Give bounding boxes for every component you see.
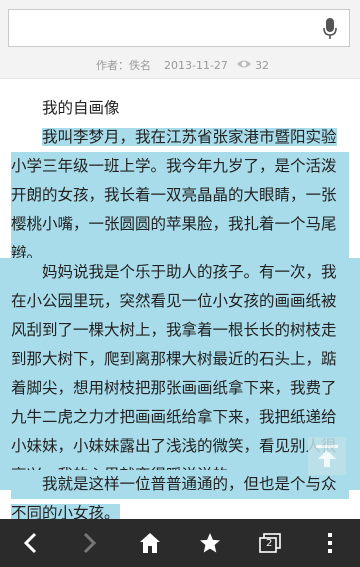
more-vertical-icon <box>328 533 332 553</box>
text-line: 妈妈说我是个乐于助人的孩子。有一次，我 <box>42 263 337 281</box>
text-line: 到那大树下，爬到离那棵大树最近的石头上，踮 <box>11 350 337 368</box>
arrow-up-icon <box>316 445 338 467</box>
view-count: 32 <box>236 56 269 76</box>
eye-icon <box>236 56 252 76</box>
view-count-value: 32 <box>255 59 269 72</box>
back-button[interactable] <box>6 519 54 567</box>
text-line: 九牛二虎之力才把画画纸给拿下来，我把纸递给 <box>11 408 337 426</box>
tabs-button[interactable]: 2 <box>246 519 294 567</box>
bottom-toolbar: 2 <box>0 519 360 567</box>
text-line: 开朗的女孩，我长着一双亮晶晶的大眼睛，一张 <box>11 181 349 210</box>
home-button[interactable] <box>126 519 174 567</box>
article-date: 2013-11-27 <box>164 59 228 72</box>
star-icon <box>200 533 220 553</box>
text-line: 风刮到了一棵大树上，我拿着一根长长的树枝走 <box>11 321 337 339</box>
paragraph-1: 我叫李梦月，我在江苏省张家港市暨阳实验 小学三年级一班上学。我今年九岁了，是个活… <box>0 123 360 268</box>
search-box[interactable] <box>8 9 350 47</box>
article-author: 作者：佚名 <box>96 59 151 72</box>
bookmark-button[interactable] <box>186 519 234 567</box>
chevron-right-icon <box>83 532 97 554</box>
article-title: 我的自画像 <box>42 99 120 117</box>
search-input[interactable] <box>9 10 319 46</box>
text-line: 着脚尖，想用树枝把那张画画纸拿下来，我费了 <box>11 379 337 397</box>
text-line: 我叫李梦月，我在江苏省张家港市暨阳实验 <box>42 128 337 146</box>
microphone-icon[interactable] <box>323 18 337 44</box>
text-line: 在小公园里玩，突然看见一位小女孩的画画纸被 <box>11 292 337 310</box>
article-meta: 作者：佚名 2013-11-27 32 <box>0 56 360 79</box>
text-line: 小学三年级一班上学。我今年九岁了，是个活泼 <box>11 152 349 181</box>
text-line: 我就是这样一位普普通通的，但也是个与众 <box>11 470 349 499</box>
paragraph-2: 妈妈说我是个乐于助人的孩子。有一次，我 在小公园里玩，突然看见一位小女孩的画画纸… <box>0 258 360 490</box>
text-line: 小妹妹，小妹妹露出了浅浅的微笑，看见别人很 <box>11 437 337 455</box>
text-line: 樱桃小嘴，一张圆圆的苹果脸，我扎着一个马尾 <box>11 210 349 239</box>
menu-button[interactable] <box>306 519 354 567</box>
home-icon <box>140 533 160 553</box>
browser-top-bar <box>0 0 360 57</box>
forward-button[interactable] <box>66 519 114 567</box>
tab-count: 2 <box>266 538 273 549</box>
scroll-to-top-button[interactable] <box>308 437 346 475</box>
chevron-left-icon <box>23 532 37 554</box>
